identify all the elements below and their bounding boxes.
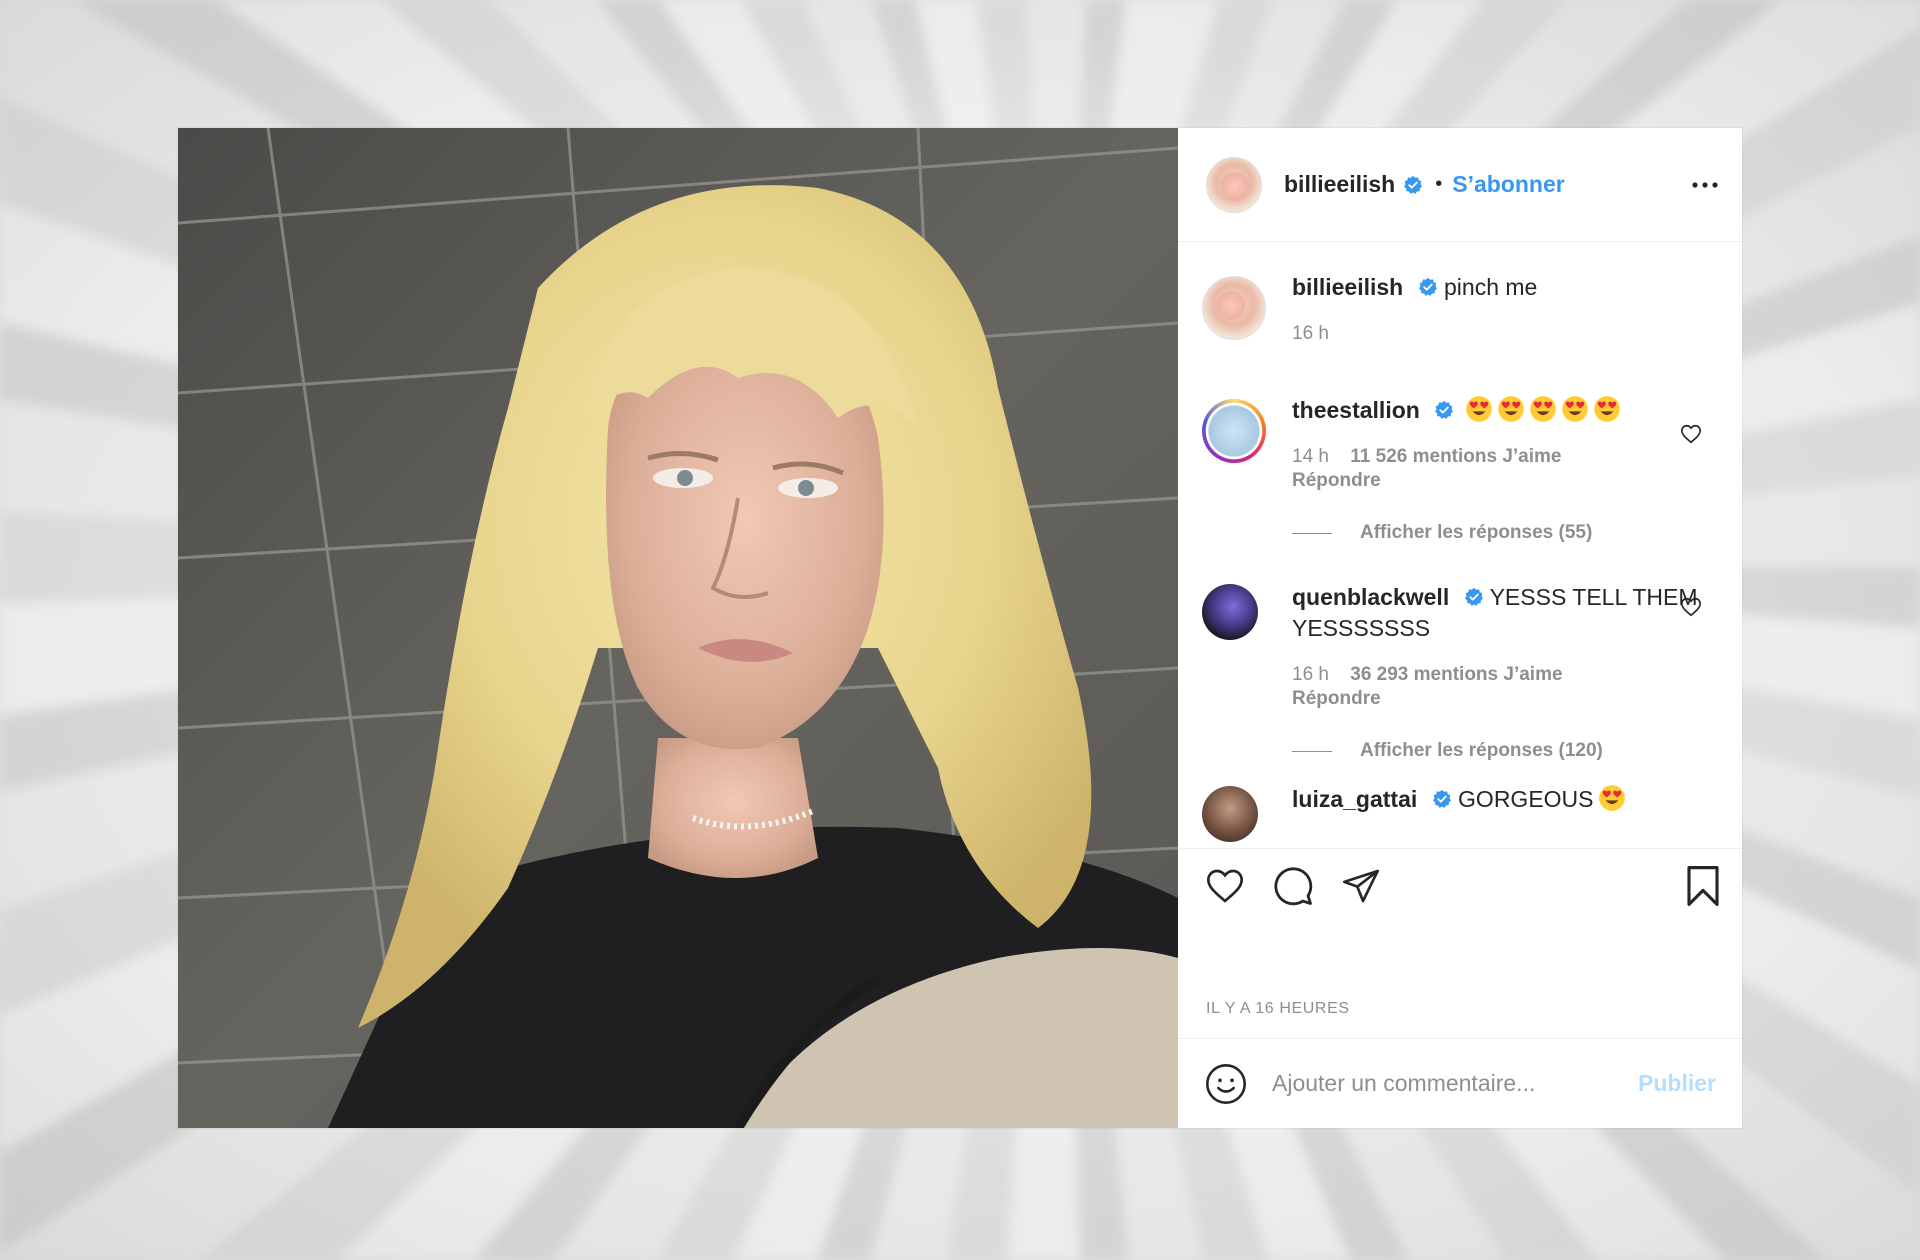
author-username[interactable]: billieeilish [1284,171,1395,198]
view-replies-button[interactable]: Afficher les réponses (55) [1292,522,1720,544]
comment-button[interactable] [1272,865,1314,907]
comment-username[interactable]: theestallion [1292,397,1420,423]
comment-text: GORGEOUS [1458,786,1594,812]
comment-row: theestallion 14 h 11 526 mentions J’aime… [1202,387,1720,492]
heart-icon [1206,869,1244,903]
neck [648,738,818,878]
heart-eyes-emoji [1529,396,1556,422]
caption-row: billieeilish pinch me 16 h [1202,264,1720,345]
comment-row: luiza_gattai GORGEOUS [1202,784,1720,842]
comment-input[interactable] [1272,1070,1639,1097]
comment-likes[interactable]: 11 526 mentions J’aime [1350,446,1561,467]
caption-text: pinch me [1444,274,1538,300]
publish-button[interactable]: Publier [1638,1070,1716,1097]
instagram-post-card: billieeilish • S’abonner billieeilish pi… [178,128,1742,1128]
reply-button[interactable]: Répondre [1292,470,1720,492]
comment-time[interactable]: 14 h [1292,446,1329,467]
comment-likes[interactable]: 36 293 mentions J’aime [1350,664,1562,685]
heart-eyes-emoji [1497,396,1524,422]
post-photo[interactable] [178,128,1178,1128]
bookmark-icon [1687,865,1719,906]
share-button[interactable] [1340,865,1382,907]
comment-username[interactable]: quenblackwell [1292,584,1449,610]
commenter-avatar[interactable] [1202,584,1258,640]
heart-eyes-emoji [1598,785,1625,811]
comment-time[interactable]: 16 h [1292,664,1329,685]
smiley-icon[interactable] [1204,1062,1248,1106]
view-replies-line [1292,750,1332,752]
comment-like-heart-icon[interactable] [1680,596,1702,618]
view-replies-label: Afficher les réponses (55) [1360,522,1593,543]
post-side-panel: billieeilish • S’abonner billieeilish pi… [1178,128,1742,1128]
verified-badge-icon [1432,789,1451,808]
commenter-avatar[interactable] [1202,399,1266,463]
verified-badge-icon [1464,587,1483,606]
heart-eyes-emoji [1465,396,1492,422]
post-timestamp[interactable]: IL Y A 16 HEURES [1178,1000,1742,1038]
caption-username[interactable]: billieeilish [1292,274,1403,300]
view-replies-label: Afficher les réponses (120) [1360,740,1603,761]
view-replies-button[interactable]: Afficher les réponses (120) [1292,740,1720,762]
caption-avatar[interactable] [1202,276,1266,340]
follow-button[interactable]: S’abonner [1452,171,1564,198]
heart-eyes-emoji [1593,396,1620,422]
post-actions-bar [1178,848,1742,922]
heart-eyes-emoji [1561,396,1588,422]
more-options-button[interactable] [1690,170,1720,200]
save-button[interactable] [1682,865,1724,907]
comments-list[interactable]: billieeilish pinch me 16 h theestallion [1178,242,1742,848]
post-header: billieeilish • S’abonner [1178,128,1742,242]
comment-emoji-group [1461,396,1621,423]
comment-composer: Publier [1178,1038,1742,1128]
verified-badge-icon [1435,400,1454,419]
comment-row: quenblackwell YESSS TELL THEM YESSSSSSS … [1202,582,1720,710]
commenter-avatar[interactable] [1202,786,1258,842]
portrait-photo-illustration [178,128,1178,1128]
verified-badge-icon [1404,175,1423,194]
caption-time[interactable]: 16 h [1292,323,1329,344]
header-separator: • [1435,173,1443,195]
paper-plane-icon [1343,869,1379,902]
like-button[interactable] [1204,865,1246,907]
comment-username[interactable]: luiza_gattai [1292,786,1417,812]
view-replies-line [1292,532,1332,534]
comment-emoji-group [1594,785,1626,812]
comment-like-heart-icon[interactable] [1680,423,1702,445]
reply-button[interactable]: Répondre [1292,688,1720,710]
comment-bubble-icon [1274,866,1313,905]
author-avatar[interactable] [1206,156,1262,213]
verified-badge-icon [1418,277,1437,296]
ellipsis-icon [1692,181,1718,188]
